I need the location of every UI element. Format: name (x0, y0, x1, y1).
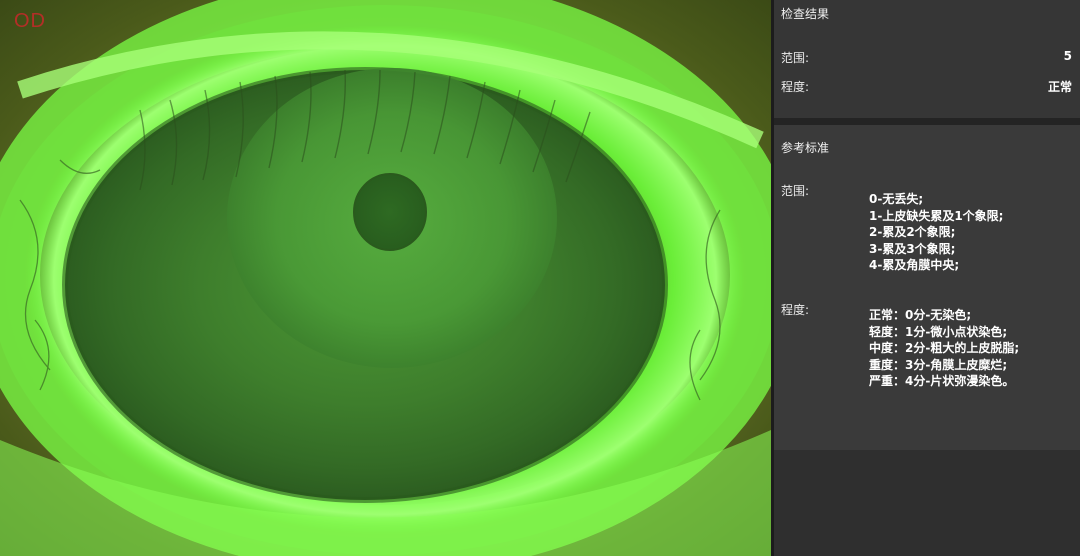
result-range-label: 范围: (781, 51, 810, 65)
result-title: 检查结果 (781, 7, 830, 21)
result-range-value: 5 (1063, 49, 1072, 63)
list-item: 重度：3分-角膜上皮糜烂; (869, 357, 1008, 372)
list-item: 轻度：1分-微小点状染色; (869, 324, 1008, 339)
reference-range-list: 0-无丢失; 1-上皮缺失累及1个象限; 2-累及2个象限; 3-累及3个象限;… (869, 191, 1003, 274)
reference-panel: 参考标准 范围: 0-无丢失; 1-上皮缺失累及1个象限; 2-累及2个象限; … (774, 125, 1080, 450)
reference-title: 参考标准 (781, 141, 830, 155)
result-degree-value: 正常 (1047, 80, 1072, 94)
result-degree-label: 程度: (781, 80, 810, 94)
reference-degree-label: 程度: (781, 303, 810, 317)
eye-image-viewer[interactable]: OD (0, 0, 771, 556)
list-item: 1-上皮缺失累及1个象限; (869, 208, 1004, 223)
list-item: 中度：2分-粗大的上皮脱脂; (869, 341, 1020, 356)
list-item: 3-累及3个象限; (869, 241, 956, 256)
list-item: 正常：0分-无染色; (869, 308, 972, 322)
list-item: 严重：4分-片状弥漫染色。 (869, 374, 1015, 389)
result-panel: 检查结果 范围: 5 程度: 正常 (774, 0, 1080, 118)
reference-degree-list: 正常：0分-无染色; 轻度：1分-微小点状染色; 中度：2分-粗大的上皮脱脂; … (869, 307, 1019, 390)
list-item: 2-累及2个象限; (869, 225, 956, 240)
empty-panel-area (774, 450, 1080, 556)
list-item: 4-累及角膜中央; (869, 258, 960, 273)
eye-image (0, 0, 771, 556)
list-item: 0-无丢失; (869, 192, 924, 206)
eye-side-label: OD (14, 10, 46, 32)
panel-separator (774, 118, 1080, 125)
reference-range-label: 范围: (781, 184, 810, 198)
